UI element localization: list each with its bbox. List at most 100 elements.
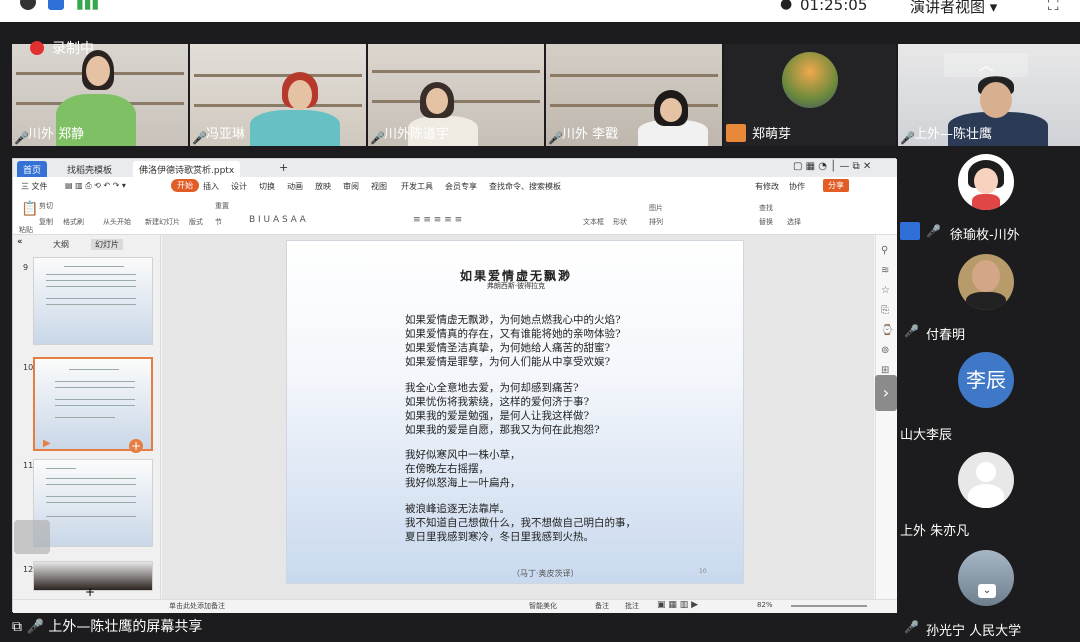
side-tool-icons[interactable]: ⚲ ≋ ☆ ⎘ ⌚ ⊚ ⊞ — [881, 241, 893, 381]
share-icon: ⧉ — [12, 619, 22, 635]
section-button[interactable]: 节 — [215, 217, 222, 227]
zoom-slider[interactable] — [791, 605, 867, 607]
current-slide[interactable]: 如果爱情虚无飘渺 弗朗西斯·彼得拉克 如果爱情虚无飘渺，为何她点燃我心中的火焰?… — [286, 240, 744, 584]
notes-button[interactable]: 备注 — [595, 601, 609, 611]
video-tile-4[interactable]: 🎤 川外 李戳 — [546, 44, 722, 146]
quick-access-icons[interactable]: ▤ ▥ ⎙ ⟲ ↶ ↷ ▾ — [65, 181, 126, 191]
chevron-right-icon[interactable]: › — [875, 375, 897, 411]
replace-button[interactable]: 替换 — [759, 217, 773, 227]
menu-insert[interactable]: 插入 — [203, 181, 219, 192]
textbox-button[interactable]: 文本框 — [583, 217, 604, 227]
collapse-panel-icon[interactable]: « — [17, 237, 23, 247]
collab-button[interactable]: 协作 — [789, 181, 805, 192]
side-tile-5[interactable]: ⌄ 🎤 孙光宁 人民大学 — [898, 546, 1080, 642]
mic-muted-icon: 🎤 — [904, 324, 919, 338]
add-slide-button[interactable]: + — [85, 585, 95, 599]
smart-beautify[interactable]: 智能美化 — [529, 601, 557, 611]
avatar — [958, 452, 1014, 508]
mic-muted-icon: 🎤 — [904, 620, 919, 634]
reset-button[interactable]: 重置 — [215, 201, 229, 211]
modified-indicator[interactable]: 有修改 — [755, 181, 779, 192]
layout-button[interactable]: 版式 — [189, 217, 203, 227]
slide-number: 12 — [23, 565, 34, 574]
view-icons[interactable]: ▣ ▦ ▥ ▶ — [657, 600, 698, 610]
arrange-button[interactable]: 排列 — [649, 217, 663, 227]
menu-review[interactable]: 审阅 — [343, 181, 359, 192]
participant-name: 上外 朱亦凡 — [900, 524, 970, 539]
side-tile-1[interactable]: 🎤 徐瑜枚-川外 — [898, 150, 1080, 248]
floating-tool[interactable] — [14, 520, 50, 554]
tab-document[interactable]: 佛洛伊德诗歌赏析.pptx — [133, 161, 241, 177]
paste-button[interactable]: 粘贴 — [19, 225, 33, 235]
mic-icon: 🎤 — [26, 619, 44, 635]
chevron-down-icon[interactable]: ⌄ — [978, 584, 996, 598]
comment-button[interactable]: 批注 — [625, 601, 639, 611]
slide-thumb-10[interactable]: ▶ + — [33, 357, 153, 453]
slide-number: 10 — [23, 363, 34, 372]
participant-name: 孙光宁 人民大学 — [926, 624, 1022, 639]
video-tile-3[interactable]: 🎤 川外陈道宇 — [368, 44, 544, 146]
menu-developer[interactable]: 开发工具 — [401, 181, 433, 192]
play-icon[interactable]: ▶ — [43, 438, 51, 449]
menu-view[interactable]: 视图 — [371, 181, 387, 192]
participant-name: 川外陈道宇 — [384, 127, 450, 142]
menu-start[interactable]: 开始 — [171, 179, 199, 192]
menu-member[interactable]: 会员专享 — [445, 181, 477, 192]
avatar — [782, 52, 838, 108]
menu-transition[interactable]: 切换 — [259, 181, 275, 192]
copy-button[interactable]: 复制 — [39, 217, 53, 227]
cut-button[interactable]: 剪切 — [39, 201, 53, 211]
share-button[interactable]: 分享 — [823, 179, 849, 192]
thumb-tab-outline[interactable]: 大纲 — [53, 239, 69, 250]
format-painter[interactable]: 格式刷 — [63, 217, 84, 227]
shape-button[interactable]: 形状 — [613, 217, 627, 227]
paragraph-icons[interactable]: ≡ ≡ ≡ ≡ ≡ — [413, 215, 462, 225]
add-tab-icon[interactable]: + — [279, 161, 288, 174]
notes-placeholder[interactable]: 单击此处添加备注 — [169, 601, 225, 611]
slide-thumb-9[interactable] — [33, 257, 153, 345]
participant-name: 徐瑜枚-川外 — [950, 228, 1020, 243]
mic-muted-icon: 🎤 — [926, 224, 941, 238]
fullscreen-icon[interactable]: ⛶ — [1048, 0, 1059, 14]
collapse-button[interactable]: ︿ — [944, 53, 1028, 77]
play-from-start[interactable]: 从头开始 — [103, 217, 131, 227]
side-tile-2[interactable]: 🎤 付春明 — [898, 250, 1080, 348]
new-slide[interactable]: 新建幻灯片 — [145, 217, 180, 227]
slide-canvas: 如果爱情虚无飘渺 弗朗西斯·彼得拉克 如果爱情虚无飘渺，为何她点燃我心中的火焰?… — [162, 235, 874, 599]
participant-name: 付春明 — [926, 328, 966, 343]
stanza-2: 我全心全意地去爱，为何却感到痛苦? 如果忧伤将我萦绕，这样的爱何济于事? 如果我的爱… — [405, 382, 600, 436]
menu-slideshow[interactable]: 放映 — [315, 181, 331, 192]
paste-icon[interactable]: 📋 — [21, 201, 38, 217]
menu-file[interactable]: 三 文件 — [21, 181, 48, 192]
video-tile-2[interactable]: 🎤 冯亚琳 — [190, 44, 366, 146]
menu-design[interactable]: 设计 — [231, 181, 247, 192]
menu-animation[interactable]: 动画 — [287, 181, 303, 192]
participant-name: 冯亚琳 — [206, 127, 246, 142]
video-tile-5[interactable]: 郑萌芽 — [724, 44, 896, 146]
stanza-3: 我好似寒风中一株小草， 在傍晚左右摇摆， 我好似怒海上一叶扁舟， — [405, 449, 521, 489]
shared-screen: 首页 找稻壳模板 佛洛伊德诗歌赏析.pptx + ▢ ▦ ◔ │ — ⧉ ✕ 三… — [12, 158, 897, 613]
zoom-level[interactable]: 82% — [757, 601, 773, 609]
tab-templates[interactable]: 找稻壳模板 — [61, 161, 118, 177]
find-button[interactable]: 查找 — [759, 203, 773, 213]
video-tile-1[interactable]: 🎤 川外 郑静 — [12, 44, 188, 146]
view-mode-dropdown[interactable]: 演讲者视图 ▾ — [910, 0, 997, 17]
side-tile-4[interactable]: 上外 朱亦凡 — [898, 450, 1080, 548]
meeting-timer: 01:25:05 — [800, 0, 868, 14]
clock-icon: ● — [780, 0, 793, 12]
participant-name: 川外 郑静 — [28, 127, 85, 142]
avatar — [958, 154, 1014, 210]
thumb-tab-slides[interactable]: 幻灯片 — [91, 239, 123, 250]
tab-home[interactable]: 首页 — [17, 161, 48, 177]
select-button[interactable]: 选择 — [787, 217, 801, 227]
translator-credit: （马丁·奥皮茨译） — [512, 569, 579, 578]
picture-button[interactable]: 图片 — [649, 203, 663, 213]
add-slide-icon[interactable]: + — [129, 439, 143, 453]
window-controls[interactable]: ▢ ▦ ◔ │ — ⧉ ✕ — [793, 161, 871, 172]
slide-thumb-11[interactable] — [33, 459, 153, 547]
font-format-icons[interactable]: B I U A S A A — [249, 215, 306, 225]
record-icon — [30, 41, 44, 55]
command-search[interactable]: 查找命令、搜索模板 — [489, 181, 561, 192]
side-tile-3[interactable]: 李辰 山大李辰 — [898, 350, 1080, 448]
avatar: ⌄ — [958, 550, 1014, 606]
